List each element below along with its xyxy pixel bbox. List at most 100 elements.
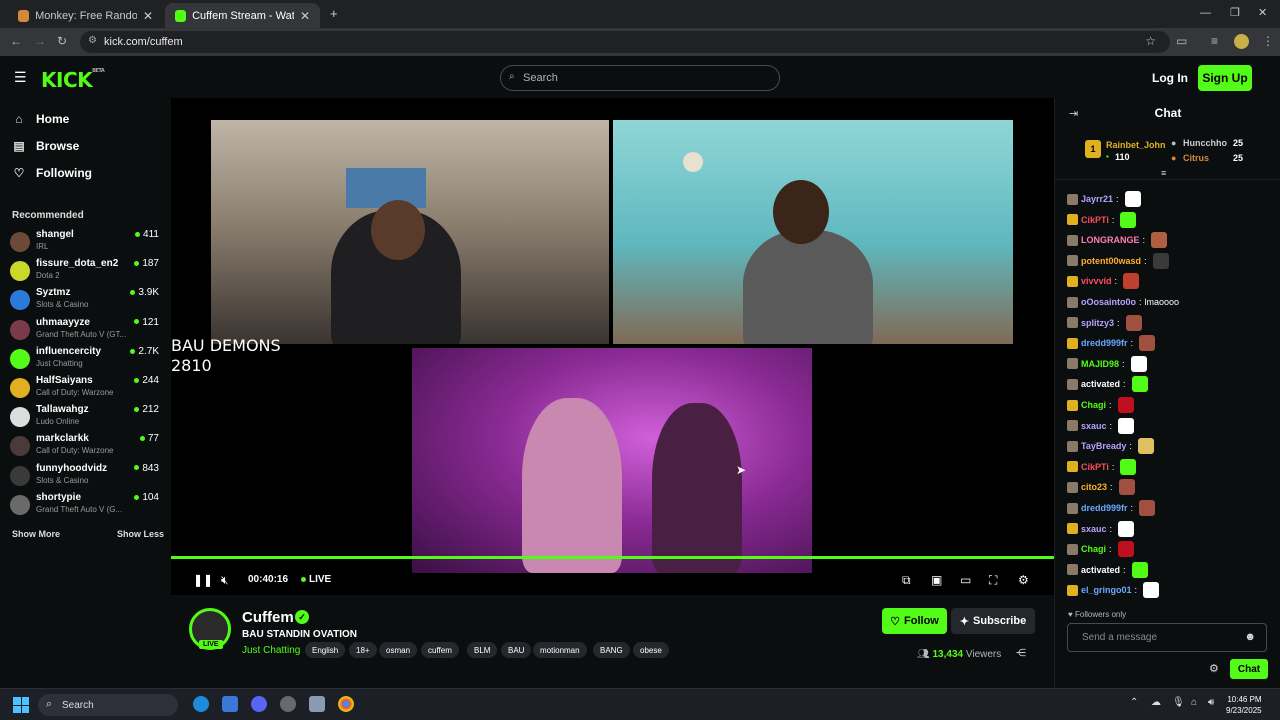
theater-mode-icon[interactable]: ▭: [960, 573, 971, 587]
forward-icon[interactable]: →: [34, 34, 46, 48]
clip-icon[interactable]: ▣: [931, 573, 942, 587]
sidebar-item-following[interactable]: ♡ Following: [12, 166, 92, 180]
channel-name[interactable]: Cuffem: [242, 609, 294, 626]
signup-button[interactable]: Sign Up: [1198, 65, 1252, 91]
close-tab-icon[interactable]: ✕: [300, 9, 310, 23]
chat-username[interactable]: potent00wasd: [1081, 256, 1141, 266]
share-icon[interactable]: ⋲: [1016, 648, 1026, 659]
sidebar-item-home[interactable]: ⌂ Home: [12, 112, 69, 126]
close-tab-icon[interactable]: ✕: [143, 9, 153, 23]
chat-username[interactable]: el_gringo01: [1081, 585, 1132, 595]
taskbar-clock[interactable]: 10:46 PM 9/23/2025: [1226, 694, 1262, 716]
recommended-channel[interactable]: Tallawahgz Ludo Online 212: [10, 404, 160, 432]
chat-username[interactable]: oOosainto0o: [1081, 297, 1136, 307]
settings-icon[interactable]: [309, 696, 325, 712]
browser-tab-monkey[interactable]: Monkey: Free Random Video C ✕: [8, 3, 163, 28]
recommended-channel[interactable]: markclarkk Call of Duty: Warzone 77: [10, 433, 160, 461]
recommended-channel[interactable]: HalfSaiyans Call of Duty: Warzone 244: [10, 375, 160, 403]
recommended-channel[interactable]: Syztmz Slots & Casino 3.9K: [10, 287, 160, 315]
recommended-channel[interactable]: fissure_dota_en2 Dota 2 187: [10, 258, 160, 286]
chat-username[interactable]: CikPTi: [1081, 462, 1109, 472]
expand-leaderboard-icon[interactable]: ≡: [1161, 168, 1166, 178]
pause-icon[interactable]: ❚❚: [193, 573, 213, 587]
back-icon[interactable]: ←: [10, 34, 22, 48]
edge-icon[interactable]: [193, 696, 209, 712]
chat-username[interactable]: splitzy3: [1081, 318, 1114, 328]
chat-username[interactable]: LONGRANGE: [1081, 235, 1140, 245]
chat-username[interactable]: TayBready: [1081, 441, 1126, 451]
chat-username[interactable]: CikPTi: [1081, 215, 1109, 225]
site-info-icon[interactable]: ⚙: [88, 35, 97, 46]
chat-send-button[interactable]: Chat: [1230, 659, 1268, 679]
subscribe-button[interactable]: ✦ Subscribe: [951, 608, 1035, 634]
stream-tag[interactable]: motionman: [533, 642, 587, 658]
miniplayer-icon[interactable]: ⧉: [902, 573, 911, 588]
stream-tag[interactable]: obese: [633, 642, 669, 658]
close-icon[interactable]: ✕: [1258, 6, 1267, 19]
chat-username[interactable]: sxauc: [1081, 421, 1107, 431]
tray-chevron-icon[interactable]: ⌃: [1130, 697, 1138, 708]
chat-username[interactable]: Jayrr21: [1081, 194, 1113, 204]
chat-username[interactable]: cito23: [1081, 482, 1107, 492]
recommended-channel[interactable]: shangel IRL 411: [10, 229, 160, 257]
address-bar[interactable]: ⚙ kick.com/cuffem ☆: [80, 31, 1170, 53]
cast-icon[interactable]: ▭: [1176, 34, 1187, 48]
browser-tab-cuffem[interactable]: Cuffem Stream - Watch Live or ✕: [165, 3, 320, 28]
profile-avatar[interactable]: [1234, 34, 1249, 49]
recommended-channel[interactable]: funnyhoodvidz Slots & Casino 843: [10, 463, 160, 491]
chat-username[interactable]: Chagi: [1081, 544, 1106, 554]
taskbar-search[interactable]: ⌕ Search: [38, 694, 178, 716]
hamburger-menu-icon[interactable]: ☰: [14, 69, 27, 86]
volume-icon[interactable]: 🔊︎: [1208, 697, 1214, 708]
chat-username[interactable]: dredd999fr: [1081, 503, 1128, 513]
chat-settings-icon[interactable]: ⚙: [1209, 662, 1219, 675]
chat-username[interactable]: sxauc: [1081, 524, 1107, 534]
onedrive-icon[interactable]: ☁: [1151, 697, 1161, 708]
video-player[interactable]: BAU DEMONS 2810 ➤ ❚❚ 🔇︎ 00:40:16 LIVE ⧉ …: [171, 98, 1054, 595]
discord-icon[interactable]: [251, 696, 267, 712]
chat-username[interactable]: activated: [1081, 379, 1120, 389]
app-icon[interactable]: [280, 696, 296, 712]
windows-start-icon[interactable]: [13, 697, 29, 713]
media-icon[interactable]: ≡: [1211, 34, 1218, 48]
chat-username[interactable]: MAJID98: [1081, 359, 1119, 369]
stream-tag[interactable]: BANG: [593, 642, 630, 658]
leaderboard-name[interactable]: Rainbet_John: [1106, 140, 1166, 150]
microphone-icon[interactable]: 🎙︎: [1172, 697, 1185, 708]
show-less-button[interactable]: Show Less: [117, 529, 164, 539]
bookmark-star-icon[interactable]: ☆: [1145, 34, 1156, 48]
stream-tag[interactable]: BLM: [467, 642, 498, 658]
reload-icon[interactable]: ↻: [57, 34, 67, 48]
chat-username[interactable]: dredd999fr: [1081, 338, 1128, 348]
stream-tag[interactable]: English: [305, 642, 346, 658]
chat-username[interactable]: activated: [1081, 565, 1120, 575]
follow-button[interactable]: ♡ Follow: [882, 608, 947, 634]
stream-tag[interactable]: osman: [379, 642, 418, 658]
mute-icon[interactable]: 🔇︎: [221, 573, 229, 588]
minimize-icon[interactable]: —: [1200, 7, 1211, 19]
sidebar-item-browse[interactable]: ▤ Browse: [12, 139, 79, 153]
leaderboard-name[interactable]: Citrus: [1183, 153, 1209, 163]
restore-icon[interactable]: ❐: [1230, 6, 1240, 19]
kick-logo[interactable]: KICKBETA: [41, 68, 105, 92]
stream-category-link[interactable]: Just Chatting: [242, 645, 300, 656]
leaderboard-name[interactable]: Huncchho: [1183, 138, 1227, 148]
settings-gear-icon[interactable]: ⚙: [1018, 573, 1029, 587]
chat-username[interactable]: vivvvid: [1081, 276, 1112, 286]
stream-tag[interactable]: BAU: [501, 642, 532, 658]
chat-message-input[interactable]: Send a message ☻: [1067, 623, 1267, 652]
fullscreen-icon[interactable]: ⛶: [989, 573, 997, 588]
video-progress-bar[interactable]: [171, 556, 1054, 559]
login-button[interactable]: Log In: [1152, 71, 1188, 85]
stream-tag[interactable]: 18+: [349, 642, 377, 658]
show-more-button[interactable]: Show More: [12, 529, 60, 539]
recommended-channel[interactable]: shortypie Grand Theft Auto V (G... 104: [10, 492, 160, 520]
new-tab-icon[interactable]: +: [330, 6, 338, 21]
menu-kebab-icon[interactable]: ⋮: [1262, 34, 1274, 48]
emoji-icon[interactable]: ☻: [1244, 631, 1256, 643]
chat-username[interactable]: Chagi: [1081, 400, 1106, 410]
recommended-channel[interactable]: uhmaayyze Grand Theft Auto V (GT... 121: [10, 317, 160, 345]
chrome-icon[interactable]: [338, 696, 354, 712]
recommended-channel[interactable]: influencercity Just Chatting 2.7K: [10, 346, 160, 374]
store-icon[interactable]: [222, 696, 238, 712]
